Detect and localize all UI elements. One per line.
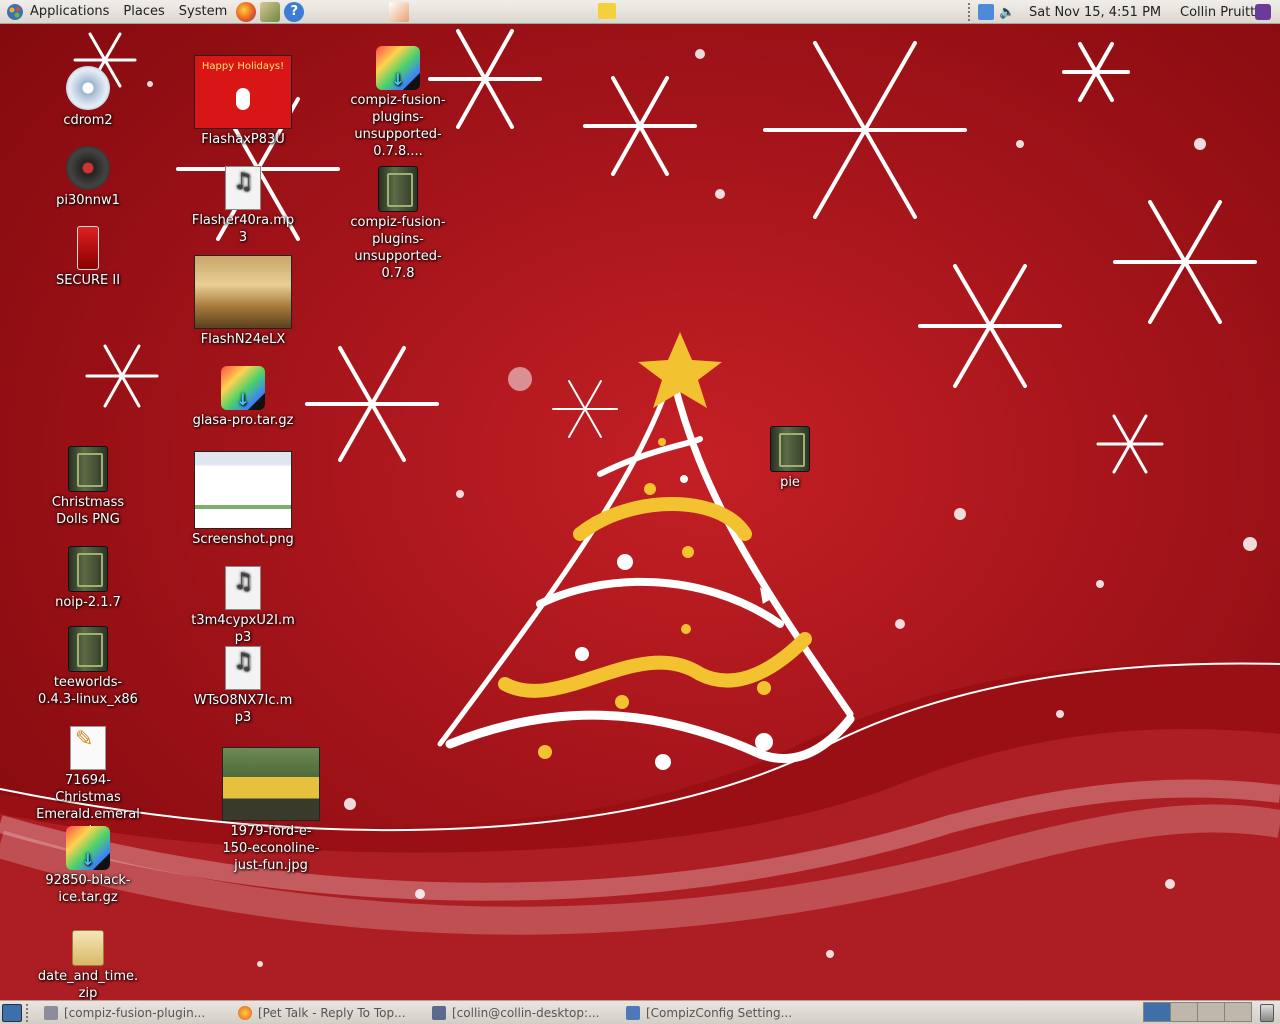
package-icon [68,626,108,672]
desktop-icon-screenshot[interactable]: Screenshot.png [191,451,295,548]
taskbar-item-label: [compiz-fusion-plugin... [64,1005,206,1020]
clock[interactable]: Sat Nov 15, 4:51 PM [1029,0,1161,24]
workspace-2[interactable] [1170,1002,1198,1022]
folder-icon [44,1005,58,1020]
places-menu[interactable]: Places [116,0,171,24]
desktop-icon-flash-desert[interactable]: FlashN24eLX [191,255,295,348]
panel-launcher-icon[interactable] [389,2,409,22]
system-menu[interactable]: System [172,0,234,24]
shutdown-icon[interactable] [1255,4,1271,20]
desktop-icon-wtso-mp3[interactable]: WTsO8NX7Ic.mp3 [191,646,295,726]
desktop-icon-cdrom2[interactable]: cdrom2 [36,66,140,129]
music-file-icon [225,566,261,610]
bottom-panel: [compiz-fusion-plugin... [Pet Talk - Rep… [0,1000,1280,1024]
desktop-icon-t3m4-mp3[interactable]: t3m4cypxU2I.mp3 [191,566,295,646]
trash-icon[interactable] [1260,1004,1274,1022]
desktop-icon-dvd[interactable]: pi30nnw1 [36,146,140,209]
desktop-icon-ford-truck[interactable]: 1979-ford-e-150-econoline-just-fun.jpg [219,747,323,874]
document-icon: ✎ [70,726,106,770]
taskbar-item-label: [CompizConfig Setting... [646,1005,793,1020]
help-icon[interactable]: ? [284,1,305,22]
music-file-icon [225,646,261,690]
desktop-icon-date-time-zip[interactable]: date_and_time.zip [36,926,140,1000]
applications-menu-label: Applications [30,3,110,19]
screenshot-thumbnail [194,451,292,529]
package-icon [770,426,810,472]
desktop-icon-christmas-dolls[interactable]: Christmass Dolls PNG [36,446,140,528]
desktop-icon-noip[interactable]: noip-2.1.7 [36,546,140,611]
taskbar-item-label: [Pet Talk - Reply To Top... [258,1005,406,1020]
settings-icon [626,1005,640,1020]
firefox-icon[interactable] [236,1,257,22]
desert-thumbnail [194,255,292,329]
taskbar-item-firefox[interactable]: [Pet Talk - Reply To Top... [232,1003,422,1023]
taskbar-item-label: [collin@collin-desktop:... [452,1005,600,1020]
taskbar-item-compiz-folder[interactable]: [compiz-fusion-plugin... [38,1003,228,1023]
desktop-icon-compiz-folder[interactable]: compiz-fusion-plugins-unsupported-0.7.8 [346,166,450,282]
network-icon[interactable] [978,4,994,20]
cdrom-icon [66,66,110,110]
desktop-icon-usb[interactable]: SECURE II [36,226,140,289]
dvd-icon [66,146,110,190]
workspace-4[interactable] [1224,1002,1252,1022]
desktop-icon-glasa-pro[interactable]: glasa-pro.tar.gz [191,366,295,429]
music-file-icon [225,166,261,210]
workspace-switcher [1143,1002,1252,1022]
workspace-1[interactable] [1143,1002,1171,1022]
desktop-icon-flasher-mp3[interactable]: Flasher40ra.mp3 [191,166,295,246]
volume-icon[interactable]: 🔈 [999,5,1015,20]
image-viewer-icon[interactable] [260,1,281,22]
taskbar-item-compizconfig[interactable]: [CompizConfig Setting... [620,1003,810,1023]
show-desktop-icon[interactable] [2,1003,22,1022]
archive-icon [376,46,420,90]
desktop-icon-black-ice[interactable]: 92850-black-ice.tar.gz [36,826,140,906]
desktop-icon-emerald[interactable]: ✎ 71694-Christmas Emerald.emerald [36,726,140,840]
desktop-icon-flash-holiday[interactable]: Happy Holidays! FlashaxP83U [191,55,295,148]
applications-menu[interactable]: Applications [0,0,116,24]
archive-icon [221,366,265,410]
zip-icon [72,930,104,966]
top-panel: Applications Places System ? 🔈 Sat Nov 1… [0,0,1280,24]
package-icon [378,166,418,212]
workspace-3[interactable] [1197,1002,1225,1022]
desktop-icon-teeworlds[interactable]: teeworlds-0.4.3-linux_x86 [36,626,140,708]
panel-handle-icon [968,3,972,21]
panel-handle-icon [26,1003,30,1022]
desktop[interactable]: cdrom2 pi30nnw1 SECURE II Christmass Dol… [0,24,1280,1000]
folder-icon[interactable] [598,3,616,19]
desktop-icon-compiz-archive[interactable]: compiz-fusion-plugins-unsupported-0.7.8.… [346,46,450,160]
gnome-foot-icon [7,3,23,20]
package-icon [68,546,108,592]
holiday-thumbnail: Happy Holidays! [194,55,292,129]
truck-thumbnail [222,747,320,821]
user-switcher[interactable]: Collin Pruitt [1180,0,1255,24]
notification-area: 🔈 [968,0,1025,24]
terminal-icon [432,1005,446,1020]
archive-icon [66,826,110,870]
package-icon [68,446,108,492]
firefox-icon [238,1005,252,1020]
usb-drive-icon [77,226,99,270]
taskbar-item-terminal[interactable]: [collin@collin-desktop:... [426,1003,616,1023]
desktop-icon-pie[interactable]: pie [738,426,842,491]
